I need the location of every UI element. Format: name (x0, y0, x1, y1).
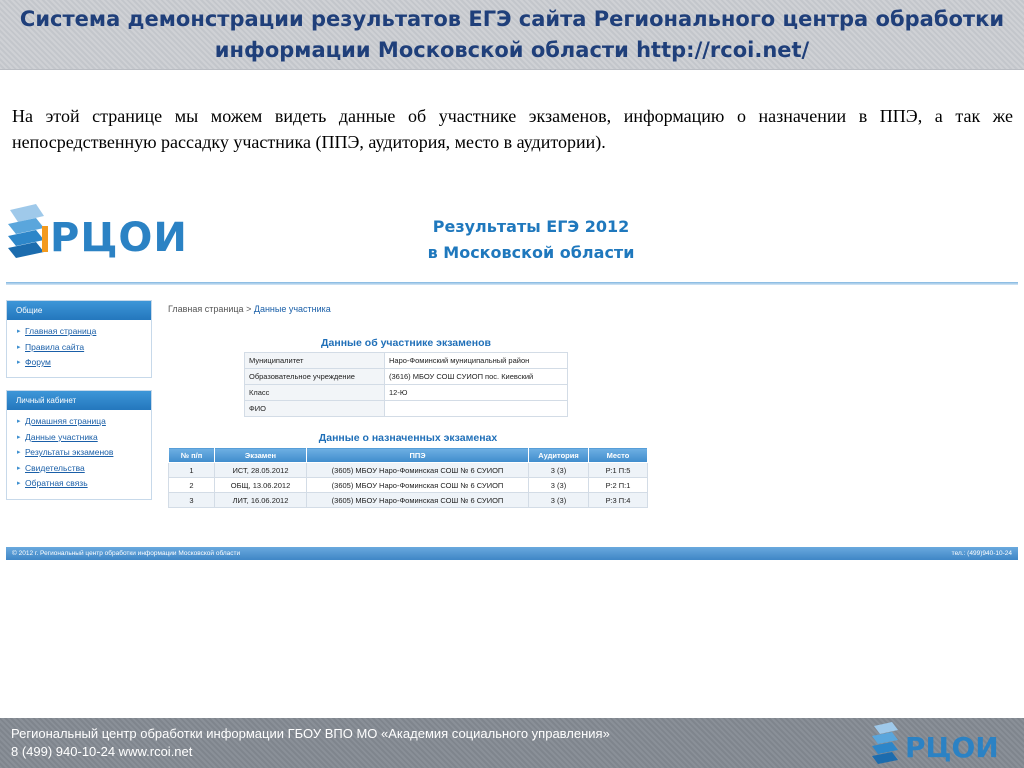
exams-col-number: № п/п (168, 447, 215, 463)
exam-number: 2 (168, 477, 215, 493)
sidebar-item-certificates[interactable]: Свидетельства (17, 461, 151, 477)
sidebar-cabinet: Личный кабинет Домашняя страница Данные … (6, 390, 152, 500)
participant-section-title: Данные об участнике экзаменов (321, 337, 491, 349)
exam-ppe: (3605) МБОУ Наро-Фоминская СОШ № 6 СУИОП (306, 492, 529, 508)
exam-seat: Р:2 П:1 (588, 477, 648, 493)
exams-col-ppe: ППЭ (306, 447, 529, 463)
sidebar-item-home[interactable]: Главная страница (17, 324, 151, 340)
table-row: 3 ЛИТ, 16.06.2012 (3605) МБОУ Наро-Фомин… (168, 492, 648, 508)
sidebar-item-rules[interactable]: Правила сайта (17, 340, 151, 356)
participant-label: Образовательное учреждение (244, 368, 385, 385)
exam-name: ЛИТ, 16.06.2012 (214, 492, 307, 508)
exam-room: 3 (3) (528, 492, 589, 508)
exam-room: 3 (3) (528, 462, 589, 478)
site-footer-bar: © 2012 г. Региональный центр обработки и… (6, 547, 1018, 560)
sidebar-item-exam-results[interactable]: Результаты экзаменов (17, 445, 151, 461)
banner-line-2: в Московской области (427, 243, 635, 262)
participant-row: ФИО (244, 400, 568, 417)
sidebar-item-feedback[interactable]: Обратная связь (17, 476, 151, 492)
footer-logo-text: РЦОИ (905, 731, 999, 764)
exam-name: ИСТ, 28.05.2012 (214, 462, 307, 478)
participant-label: Муниципалитет (244, 352, 385, 369)
breadcrumb: Главная страница > Данные участника (168, 304, 331, 314)
exam-name: ОБЩ, 13.06.2012 (214, 477, 307, 493)
banner-line-1: Результаты ЕГЭ 2012 (432, 217, 630, 236)
exams-col-seat: Место (588, 447, 648, 463)
slide-header: Система демонстрации результатов ЕГЭ сай… (0, 0, 1024, 70)
footer-contacts: 8 (499) 940-10-24 www.rcoi.net (11, 744, 193, 759)
exams-header-row: № п/п Экзамен ППЭ Аудитория Место (168, 447, 648, 463)
participant-value: (3616) МБОУ СОШ СУИОП пос. Киевский (384, 368, 568, 385)
exams-table: № п/п Экзамен ППЭ Аудитория Место 1 ИСТ,… (168, 447, 648, 508)
sidebar-cabinet-header: Личный кабинет (7, 391, 151, 410)
breadcrumb-home[interactable]: Главная страница (168, 304, 244, 314)
exams-col-room: Аудитория (528, 447, 589, 463)
exam-number: 3 (168, 492, 215, 508)
participant-value: 12-Ю (384, 384, 568, 401)
exam-seat: Р:1 П:5 (588, 462, 648, 478)
exam-ppe: (3605) МБОУ Наро-Фоминская СОШ № 6 СУИОП (306, 462, 529, 478)
sidebar-item-forum[interactable]: Форум (17, 355, 151, 371)
table-row: 1 ИСТ, 28.05.2012 (3605) МБОУ Наро-Фомин… (168, 462, 648, 478)
exam-number: 1 (168, 462, 215, 478)
site-screenshot: РЦОИ Результаты ЕГЭ 2012 в Московской об… (6, 196, 1018, 562)
breadcrumb-current[interactable]: Данные участника (254, 304, 331, 314)
sidebar-item-home-page[interactable]: Домашняя страница (17, 414, 151, 430)
participant-row: Образовательное учреждение (3616) МБОУ С… (244, 368, 568, 385)
site-banner-title: Результаты ЕГЭ 2012 в Московской области (406, 214, 656, 266)
exams-section-title: Данные о назначенных экзаменах (318, 432, 498, 444)
participant-row: Класс 12-Ю (244, 384, 568, 401)
sidebar-general-header: Общие (7, 301, 151, 320)
exam-seat: Р:3 П:4 (588, 492, 648, 508)
logo-text: РЦОИ (50, 215, 188, 261)
exam-room: 3 (3) (528, 477, 589, 493)
table-row: 2 ОБЩ, 13.06.2012 (3605) МБОУ Наро-Фомин… (168, 477, 648, 493)
slide-footer: Региональный центр обработки информации … (0, 718, 1024, 768)
participant-value: Наро-Фоминский муниципальный район (384, 352, 568, 369)
site-copyright: © 2012 г. Региональный центр обработки и… (12, 550, 241, 557)
site-top-divider (6, 282, 1018, 285)
footer-organization: Региональный центр обработки информации … (11, 726, 610, 741)
participant-table: Муниципалитет Наро-Фоминский муниципальн… (244, 352, 568, 417)
exam-ppe: (3605) МБОУ Наро-Фоминская СОШ № 6 СУИОП (306, 477, 529, 493)
breadcrumb-separator: > (246, 304, 252, 314)
slide-title: Система демонстрации результатов ЕГЭ сай… (19, 6, 1005, 62)
participant-label: ФИО (244, 400, 385, 417)
participant-value (384, 400, 568, 417)
site-phone: тел.: (499)940-10-24 (951, 550, 1012, 557)
intro-text: На этой странице мы можем видеть данные … (12, 106, 1013, 152)
exams-col-exam: Экзамен (214, 447, 307, 463)
sidebar-general: Общие Главная страница Правила сайта Фор… (6, 300, 152, 378)
sidebar-item-participant-data[interactable]: Данные участника (17, 430, 151, 446)
participant-row: Муниципалитет Наро-Фоминский муниципальн… (244, 352, 568, 369)
participant-label: Класс (244, 384, 385, 401)
